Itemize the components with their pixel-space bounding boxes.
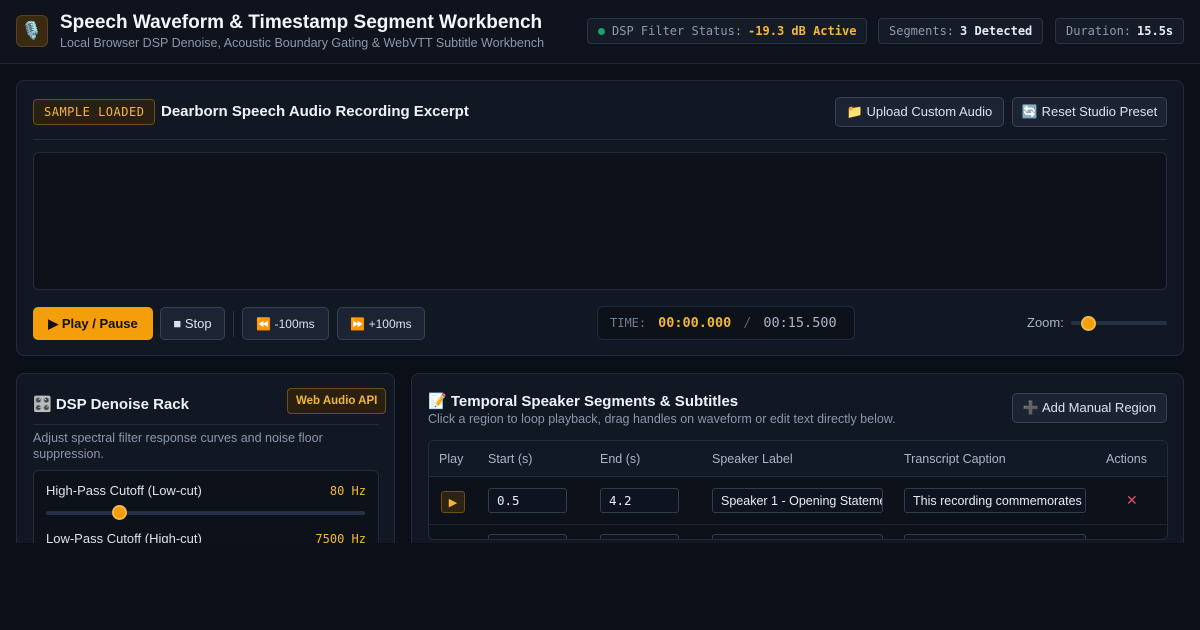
status-dot-icon xyxy=(598,27,605,35)
end-time-input[interactable]: 4.2 xyxy=(600,488,679,513)
filter-controls: High-Pass Cutoff (Low-cut) 80 Hz Low-Pas… xyxy=(33,470,379,550)
play-pause-button[interactable]: ▶ Play / Pause xyxy=(33,307,153,340)
segments-table: Play Start (s) End (s) Speaker Label Tra… xyxy=(428,440,1168,540)
row-play-button[interactable]: ▶ xyxy=(441,491,465,513)
segments-subtitle: Click a region to loop playback, drag ha… xyxy=(428,412,896,426)
reset-preset-button[interactable]: 🔄 Reset Studio Preset xyxy=(1012,97,1167,127)
start-time-input[interactable]: 0.5 xyxy=(488,488,567,513)
column-header-caption: Transcript Caption xyxy=(904,452,1006,466)
highpass-label: High-Pass Cutoff (Low-cut) xyxy=(46,483,202,498)
highpass-value: 80 Hz xyxy=(329,484,366,498)
waveform-canvas[interactable] xyxy=(33,152,1167,290)
time-label: TIME: xyxy=(610,316,647,330)
segments-title: 📝 Temporal Speaker Segments & Subtitles xyxy=(428,393,739,410)
divider xyxy=(33,139,1167,140)
rewind-100ms-button[interactable]: ⏪ -100ms xyxy=(242,307,329,340)
delete-row-icon[interactable]: ✕ xyxy=(1126,492,1138,509)
column-header-start: Start (s) xyxy=(488,452,533,466)
table-header xyxy=(429,441,1167,477)
app-subtitle: Local Browser DSP Denoise, Acoustic Boun… xyxy=(60,36,545,50)
segments-label: Segments: xyxy=(889,24,955,38)
segments-pill: Segments: 3 Detected xyxy=(878,18,1044,44)
app-title: Speech Waveform & Timestamp Segment Work… xyxy=(60,12,543,33)
add-region-button[interactable]: ➕ Add Manual Region xyxy=(1012,393,1167,423)
upload-audio-button[interactable]: 📁 Upload Custom Audio xyxy=(835,97,1004,127)
transcript-caption-input[interactable]: This recording commemorates xyxy=(904,488,1086,513)
dsp-status-value: -19.3 dB Active xyxy=(748,24,857,38)
recording-title: Dearborn Speech Audio Recording Excerpt xyxy=(161,103,469,120)
duration-pill: Duration: 15.5s xyxy=(1055,18,1185,44)
dsp-title: 🎛️ DSP Denoise Rack xyxy=(33,396,189,413)
time-current: 00:00.000 xyxy=(658,315,732,331)
page-clip xyxy=(0,543,1200,630)
dsp-description: Adjust spectral filter response curves a… xyxy=(33,431,323,461)
zoom-slider-handle[interactable] xyxy=(1080,316,1096,331)
toolbar-separator xyxy=(233,311,234,337)
app-header: 🎙️ Speech Waveform & Timestamp Segment W… xyxy=(0,0,1200,64)
microphone-icon: 🎙️ xyxy=(16,15,48,47)
transcript-caption-input[interactable] xyxy=(904,534,1086,539)
column-header-actions: Actions xyxy=(1106,452,1147,466)
dsp-status-label: DSP Filter Status: xyxy=(612,24,743,38)
highpass-slider[interactable] xyxy=(46,511,365,515)
dsp-status-pill: DSP Filter Status: -19.3 dB Active xyxy=(587,18,868,44)
column-header-play: Play xyxy=(439,452,464,466)
speaker-label-input[interactable]: Speaker 1 - Opening Statement xyxy=(712,488,883,513)
segments-value: 3 Detected xyxy=(960,24,1033,38)
column-header-speaker: Speaker Label xyxy=(712,452,793,466)
end-time-input[interactable] xyxy=(600,534,679,539)
forward-100ms-button[interactable]: ⏩ +100ms xyxy=(337,307,425,340)
time-separator: / xyxy=(743,315,752,331)
start-time-input[interactable] xyxy=(488,534,567,539)
player-panel: SAMPLE LOADED Dearborn Speech Audio Reco… xyxy=(16,80,1184,356)
segments-panel: 📝 Temporal Speaker Segments & Subtitles … xyxy=(411,373,1184,563)
highpass-slider-handle[interactable] xyxy=(111,505,127,520)
column-header-end: End (s) xyxy=(600,452,641,466)
dsp-panel: 🎛️ DSP Denoise Rack Web Audio API Adjust… xyxy=(16,373,395,563)
speaker-label-input[interactable] xyxy=(712,534,883,539)
web-audio-api-badge: Web Audio API xyxy=(287,388,387,414)
divider xyxy=(33,424,379,425)
stop-button[interactable]: ■ Stop xyxy=(160,307,225,340)
duration-value: 15.5s xyxy=(1137,24,1174,38)
time-readout: TIME: 00:00.000 / 00:15.500 xyxy=(597,306,855,340)
row-divider xyxy=(429,524,1167,525)
sample-loaded-badge: SAMPLE LOADED xyxy=(33,99,156,125)
time-total: 00:15.500 xyxy=(763,315,837,331)
duration-label: Duration: xyxy=(1066,24,1132,38)
zoom-label: Zoom: xyxy=(1027,315,1064,330)
